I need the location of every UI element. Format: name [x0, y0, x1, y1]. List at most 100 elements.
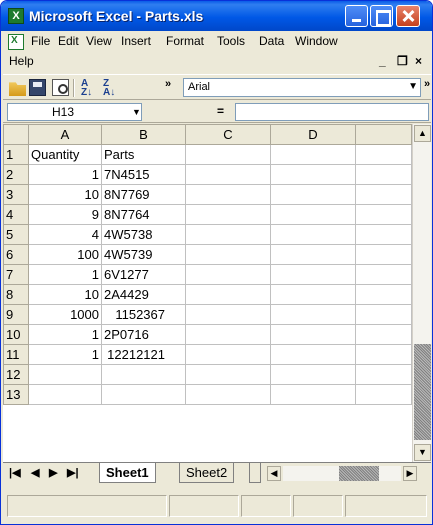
cell-quantity[interactable]: 1 [28, 344, 102, 365]
toolbar-overflow-icon[interactable]: » [165, 78, 171, 90]
cell-empty[interactable] [355, 204, 412, 225]
cell-empty[interactable] [185, 164, 271, 185]
excel-app-icon[interactable]: X [8, 8, 24, 24]
cell-empty[interactable] [185, 224, 271, 245]
cell-empty[interactable] [355, 364, 412, 385]
scroll-right-icon[interactable]: ▶ [403, 466, 417, 481]
open-folder-icon[interactable] [9, 82, 26, 96]
cell-part[interactable]: 1152367 [101, 304, 186, 325]
cell-empty[interactable] [270, 164, 356, 185]
select-all-corner[interactable] [3, 124, 29, 145]
cell-empty[interactable] [355, 184, 412, 205]
cell-quantity[interactable]: 10 [28, 284, 102, 305]
cell-empty[interactable] [185, 144, 271, 165]
workbook-icon[interactable] [8, 34, 24, 50]
column-header-b[interactable]: B [101, 124, 186, 145]
cell-empty[interactable] [185, 264, 271, 285]
cell-empty[interactable] [355, 344, 412, 365]
cell-part[interactable]: 4W5738 [101, 224, 186, 245]
cell-part[interactable]: 8N7764 [101, 204, 186, 225]
cell-part[interactable]: 2P0716 [101, 324, 186, 345]
cell-empty[interactable] [355, 164, 412, 185]
cell-quantity[interactable]: 1 [28, 164, 102, 185]
cell-empty[interactable] [185, 204, 271, 225]
cell-empty[interactable] [355, 284, 412, 305]
cell-part[interactable] [101, 384, 186, 405]
cell-part[interactable] [101, 364, 186, 385]
print-preview-icon[interactable] [52, 79, 69, 96]
chevron-down-icon[interactable]: ▼ [408, 81, 418, 92]
cell-empty[interactable] [185, 304, 271, 325]
row-header[interactable]: 13 [3, 384, 29, 405]
tab-sheet3-partial[interactable] [249, 463, 261, 483]
cell-empty[interactable] [355, 144, 412, 165]
row-header[interactable]: 8 [3, 284, 29, 305]
scroll-up-icon[interactable]: ▲ [414, 125, 431, 142]
column-header-a[interactable]: A [28, 124, 102, 145]
equals-icon[interactable]: = [217, 104, 224, 118]
cell-empty[interactable] [270, 224, 356, 245]
cell-empty[interactable] [185, 344, 271, 365]
cell-empty[interactable] [185, 324, 271, 345]
cell-empty[interactable] [355, 244, 412, 265]
menu-insert[interactable]: Insert [121, 34, 151, 48]
cell-part[interactable]: 8N7769 [101, 184, 186, 205]
title-bar[interactable]: X Microsoft Excel - Parts.xls [1, 1, 432, 31]
cell-empty[interactable] [185, 284, 271, 305]
doc-restore-button[interactable]: ❒ [397, 54, 408, 68]
doc-minimize-button[interactable]: _ [379, 54, 386, 68]
cell-empty[interactable] [185, 364, 271, 385]
menu-help[interactable]: Help [9, 54, 34, 68]
cell-empty[interactable] [270, 384, 356, 405]
sort-ascending-icon[interactable]: A Z↓ [81, 79, 98, 98]
row-header[interactable]: 11 [3, 344, 29, 365]
column-header-e[interactable] [355, 124, 412, 145]
cell-quantity[interactable]: 1 [28, 264, 102, 285]
maximize-button[interactable] [370, 5, 393, 27]
scroll-left-icon[interactable]: ◀ [267, 466, 281, 481]
save-icon[interactable] [29, 79, 46, 96]
menu-view[interactable]: View [86, 34, 112, 48]
cell-empty[interactable] [270, 204, 356, 225]
name-box[interactable]: H13 ▼ [7, 103, 142, 121]
worksheet-grid[interactable]: A B C D 1 Quantity Parts 2 1 7N4515 3 10 8N7769 4… [3, 124, 431, 462]
menu-tools[interactable]: Tools [217, 34, 245, 48]
tab-sheet1[interactable]: Sheet1 [99, 463, 156, 483]
cell-empty[interactable] [185, 184, 271, 205]
first-sheet-icon[interactable]: |◀ [9, 466, 21, 479]
row-header[interactable]: 10 [3, 324, 29, 345]
menu-window[interactable]: Window [295, 34, 338, 48]
close-button[interactable] [396, 5, 420, 27]
cell-quantity[interactable]: 10 [28, 184, 102, 205]
cell-empty[interactable] [270, 324, 356, 345]
cell-empty[interactable] [270, 364, 356, 385]
row-header[interactable]: 4 [3, 204, 29, 225]
column-header-c[interactable]: C [185, 124, 271, 145]
doc-close-button[interactable]: × [415, 54, 422, 68]
cell-empty[interactable] [270, 304, 356, 325]
cell-quantity[interactable]: 1000 [28, 304, 102, 325]
cell-part[interactable]: 2A4429 [101, 284, 186, 305]
cell-quantity[interactable]: Quantity [28, 144, 102, 165]
row-header[interactable]: 3 [3, 184, 29, 205]
cell-empty[interactable] [355, 224, 412, 245]
cell-part[interactable]: 6V1277 [101, 264, 186, 285]
row-header[interactable]: 12 [3, 364, 29, 385]
cell-empty[interactable] [355, 384, 412, 405]
cell-empty[interactable] [270, 284, 356, 305]
cell-empty[interactable] [270, 144, 356, 165]
cell-empty[interactable] [355, 264, 412, 285]
cell-quantity[interactable]: 4 [28, 224, 102, 245]
column-header-d[interactable]: D [270, 124, 356, 145]
menu-edit[interactable]: Edit [58, 34, 79, 48]
menu-format[interactable]: Format [166, 34, 204, 48]
horizontal-scrollbar[interactable] [283, 466, 401, 481]
next-sheet-icon[interactable]: ▶ [49, 466, 57, 479]
cell-empty[interactable] [270, 244, 356, 265]
menu-data[interactable]: Data [259, 34, 284, 48]
font-name-select[interactable]: Arial ▼ [183, 78, 421, 97]
cell-empty[interactable] [185, 384, 271, 405]
last-sheet-icon[interactable]: ▶| [67, 466, 79, 479]
cell-part[interactable]: Parts [101, 144, 186, 165]
cell-empty[interactable] [355, 324, 412, 345]
